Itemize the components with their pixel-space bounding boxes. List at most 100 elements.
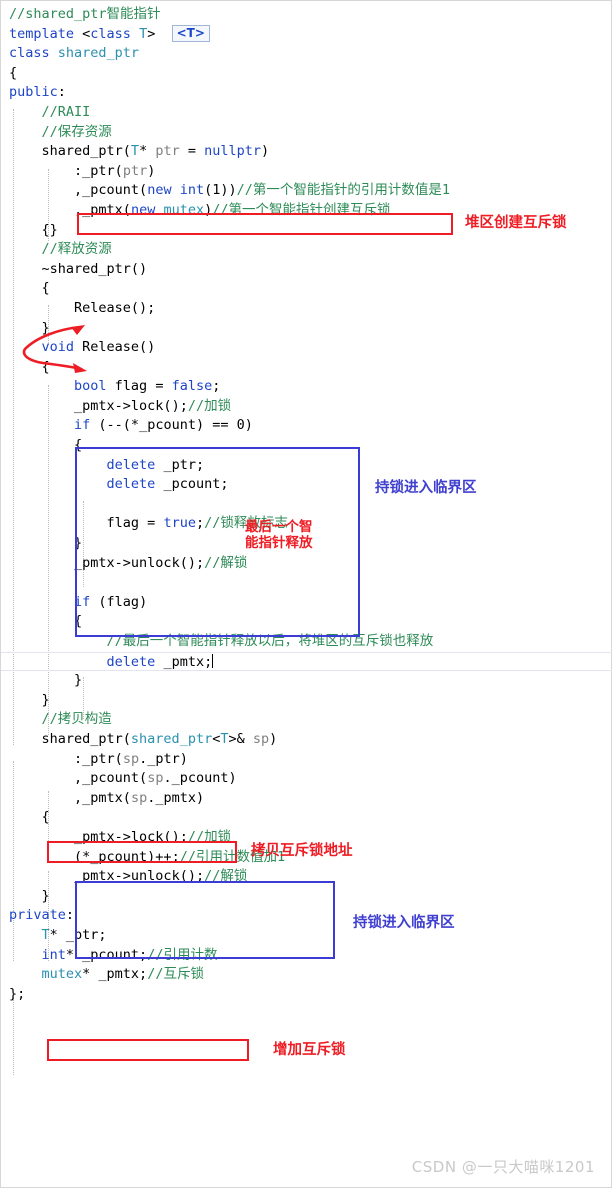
code-line[interactable]: //最后一个智能指针释放以后，将堆区的互斥锁也释放 xyxy=(1,632,612,652)
code-line[interactable]: //保存资源 xyxy=(1,123,612,143)
code-line[interactable]: _pmtx->unlock();//解锁 xyxy=(1,867,612,887)
annotation-label-critical-1: 持锁进入临界区 xyxy=(375,480,477,496)
code-line[interactable]: if (--(*_pcount) == 0) xyxy=(1,416,612,436)
code-line[interactable]: { xyxy=(1,64,612,84)
code-token-kw: delete xyxy=(106,476,156,493)
code-line[interactable]: { xyxy=(1,358,612,378)
code-token-pl: ) xyxy=(261,143,270,160)
code-token-cmt: //加锁 xyxy=(187,828,232,845)
code-token-pl: } xyxy=(41,691,50,708)
code-line[interactable]: ,_pmtx(sp._pmtx) xyxy=(1,789,612,809)
code-token-par: sp xyxy=(252,730,270,747)
code-line[interactable]: bool flag = false; xyxy=(1,377,612,397)
code-line[interactable]: //RAII xyxy=(1,103,612,123)
code-token-pl: Release() xyxy=(74,339,156,356)
annotation-label-copy-mutex: 拷贝互斥锁地址 xyxy=(251,843,353,859)
code-line[interactable]: delete _pcount; xyxy=(1,475,612,495)
code-line[interactable]: ,_pcount(new int(1))//第一个智能指针的引用计数值是1 xyxy=(1,181,612,201)
code-token-pl: { xyxy=(9,64,18,81)
code-token-cmt: //引用计数 xyxy=(147,946,218,963)
code-token-pl: > xyxy=(147,25,172,42)
code-line[interactable]: mutex* _pmtx;//互斥锁 xyxy=(1,965,612,985)
code-token-typ: mutex xyxy=(41,966,83,983)
code-token-par: sp xyxy=(122,750,140,767)
code-token-pl: shared_ptr( xyxy=(41,143,131,160)
code-token-typ: shared_ptr xyxy=(57,45,140,62)
code-line[interactable]: { xyxy=(1,279,612,299)
code-token-kw: bool xyxy=(74,378,107,395)
code-line[interactable]: shared_ptr(T* ptr = nullptr) xyxy=(1,142,612,162)
code-line[interactable]: } xyxy=(1,319,612,339)
template-param-tooltip[interactable]: <T> xyxy=(171,24,210,42)
code-line[interactable]: public: xyxy=(1,83,612,103)
annotation-label-last-release: 最后一个智 能指针释放 xyxy=(245,519,313,551)
code-line[interactable]: int* _pcount;//引用计数 xyxy=(1,946,612,966)
code-token-pl: ; xyxy=(195,515,205,532)
code-token-cmt: //加锁 xyxy=(187,397,232,414)
code-token-pl: ._ptr) xyxy=(139,750,188,767)
code-line[interactable]: :_ptr(sp._ptr) xyxy=(1,750,612,770)
code-line[interactable]: template <class T> <T> xyxy=(1,24,612,45)
code-line[interactable]: _pmtx->unlock();//解锁 xyxy=(1,554,612,574)
code-line[interactable]: delete _ptr; xyxy=(1,456,612,476)
code-line[interactable] xyxy=(1,495,612,515)
code-token-pl: (*_pcount)++; xyxy=(74,848,180,865)
indent-guide xyxy=(13,997,14,1075)
code-token-kw: new xyxy=(147,182,172,199)
code-line[interactable]: { xyxy=(1,436,612,456)
code-editor[interactable]: //shared_ptr智能指针 template <class T> <T> cl… xyxy=(0,0,612,1188)
code-line[interactable]: //shared_ptr智能指针 xyxy=(1,5,612,25)
code-token-kw: private xyxy=(9,907,66,924)
code-line[interactable]: //拷贝构造 xyxy=(1,710,612,730)
code-token-pl: :_ptr( xyxy=(74,162,123,179)
code-line[interactable]: if (flag) xyxy=(1,593,612,613)
code-line[interactable]: { xyxy=(1,612,612,632)
code-line[interactable]: private: xyxy=(1,906,612,926)
code-line[interactable]: ,_pcount(sp._pcount) xyxy=(1,769,612,789)
code-line[interactable]: :_ptr(ptr) xyxy=(1,162,612,182)
code-token-pl: _pmtx->unlock(); xyxy=(74,868,205,885)
code-token-cmt: //保存资源 xyxy=(41,123,112,140)
code-line[interactable]: } xyxy=(1,887,612,907)
code-line[interactable]: } xyxy=(1,671,612,691)
code-token-pl: ) xyxy=(269,730,278,747)
code-line[interactable]: class shared_ptr xyxy=(1,44,612,64)
code-line[interactable]: ~shared_ptr() xyxy=(1,260,612,280)
code-line[interactable]: { xyxy=(1,808,612,828)
code-token-pl: : xyxy=(57,84,66,101)
code-line[interactable]: T* _ptr; xyxy=(1,926,612,946)
code-token-cmt: //拷贝构造 xyxy=(41,711,112,728)
code-line[interactable]: void Release() xyxy=(1,338,612,358)
code-line[interactable]: _pmtx->lock();//加锁 xyxy=(1,397,612,417)
code-line[interactable]: }; xyxy=(1,985,612,1005)
code-line[interactable]: } xyxy=(1,691,612,711)
code-token-pl: < xyxy=(74,25,91,42)
code-line[interactable]: delete _pmtx; xyxy=(1,651,612,672)
code-line[interactable]: //释放资源 xyxy=(1,240,612,260)
code-line[interactable]: shared_ptr(shared_ptr<T>& sp) xyxy=(1,730,612,750)
code-line[interactable] xyxy=(1,573,612,593)
code-line[interactable]: Release(); xyxy=(1,299,612,319)
code-token-cmt: //第一个智能指针创建互斥锁 xyxy=(212,201,391,218)
code-token-pl: ,_pmtx( xyxy=(74,201,131,218)
annotation-label-critical-2: 持锁进入临界区 xyxy=(353,915,455,931)
